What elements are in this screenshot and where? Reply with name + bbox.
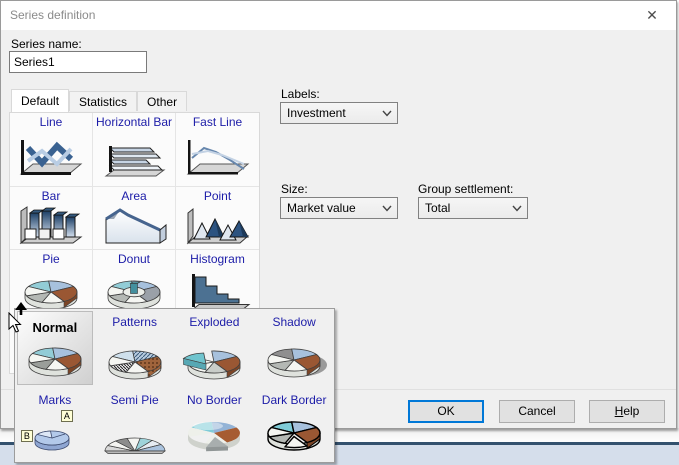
tab-strip: Default Statistics Other <box>11 89 187 111</box>
labels-label: Labels: <box>281 87 320 101</box>
horizontal-bar-icon <box>98 142 170 185</box>
ok-button[interactable]: OK <box>408 400 484 423</box>
group-settlement-dropdown[interactable]: Total <box>418 197 528 219</box>
help-button[interactable]: Help <box>589 400 665 423</box>
subgallery-item-no-border[interactable]: No Border <box>175 387 255 462</box>
subgallery-item-shadow[interactable]: Shadow <box>254 309 334 387</box>
tab-default[interactable]: Default <box>11 89 69 112</box>
chevron-down-icon <box>382 110 392 117</box>
close-icon[interactable]: ✕ <box>636 1 668 30</box>
mouse-cursor <box>7 312 23 334</box>
size-label: Size: <box>281 182 308 196</box>
tab-statistics[interactable]: Statistics <box>69 91 137 111</box>
fast-line-icon <box>182 136 254 185</box>
chevron-down-icon <box>512 205 522 212</box>
pie-dark-border-icon <box>258 416 330 459</box>
series-name-input[interactable] <box>9 51 147 73</box>
line-icon <box>15 136 87 185</box>
point-icon <box>182 203 254 250</box>
subgallery-item-dark-border[interactable]: Dark Border <box>254 387 334 462</box>
bar-icon <box>15 203 87 250</box>
pie-shadow-icon <box>258 343 330 384</box>
size-dropdown[interactable]: Market value <box>280 197 398 219</box>
tab-other[interactable]: Other <box>137 91 187 111</box>
subgallery-item-patterns[interactable]: Patterns <box>95 309 175 387</box>
semi-pie-icon <box>99 418 171 459</box>
area-icon <box>98 203 170 250</box>
gallery-item-line[interactable]: Line <box>10 113 93 187</box>
gallery-item-bar[interactable]: Bar <box>10 187 93 250</box>
gallery-item-point[interactable]: Point <box>176 187 259 250</box>
group-settlement-label: Group settlement: <box>418 182 513 196</box>
gallery-item-fast-line[interactable]: Fast Line <box>176 113 259 187</box>
subgallery-item-semi-pie[interactable]: Semi Pie <box>95 387 175 462</box>
mark-badge-a: A <box>61 410 73 422</box>
labels-dropdown[interactable]: Investment <box>280 102 398 124</box>
pie-style-subgallery: Normal Patterns <box>14 308 335 463</box>
gallery-item-area[interactable]: Area <box>93 187 176 250</box>
subgallery-item-exploded[interactable]: Exploded <box>175 309 255 387</box>
series-name-label: Series name: <box>11 37 82 51</box>
pie-patterns-icon <box>99 345 171 384</box>
dialog-title: Series definition <box>10 8 95 22</box>
pie-exploded-icon <box>178 345 250 384</box>
pie-no-border-icon <box>178 416 250 459</box>
subgallery-item-marks[interactable]: Marks A B <box>15 387 95 462</box>
mark-badge-b: B <box>21 430 33 442</box>
gallery-item-horizontal-bar[interactable]: Horizontal Bar <box>93 113 176 187</box>
title-bar: Series definition ✕ <box>1 1 676 30</box>
subgallery-item-normal[interactable]: Normal <box>17 311 93 385</box>
pie-normal-icon <box>19 342 91 381</box>
pie-marks-icon: A B <box>19 414 91 459</box>
chevron-down-icon <box>382 205 392 212</box>
cancel-button[interactable]: Cancel <box>499 400 575 423</box>
